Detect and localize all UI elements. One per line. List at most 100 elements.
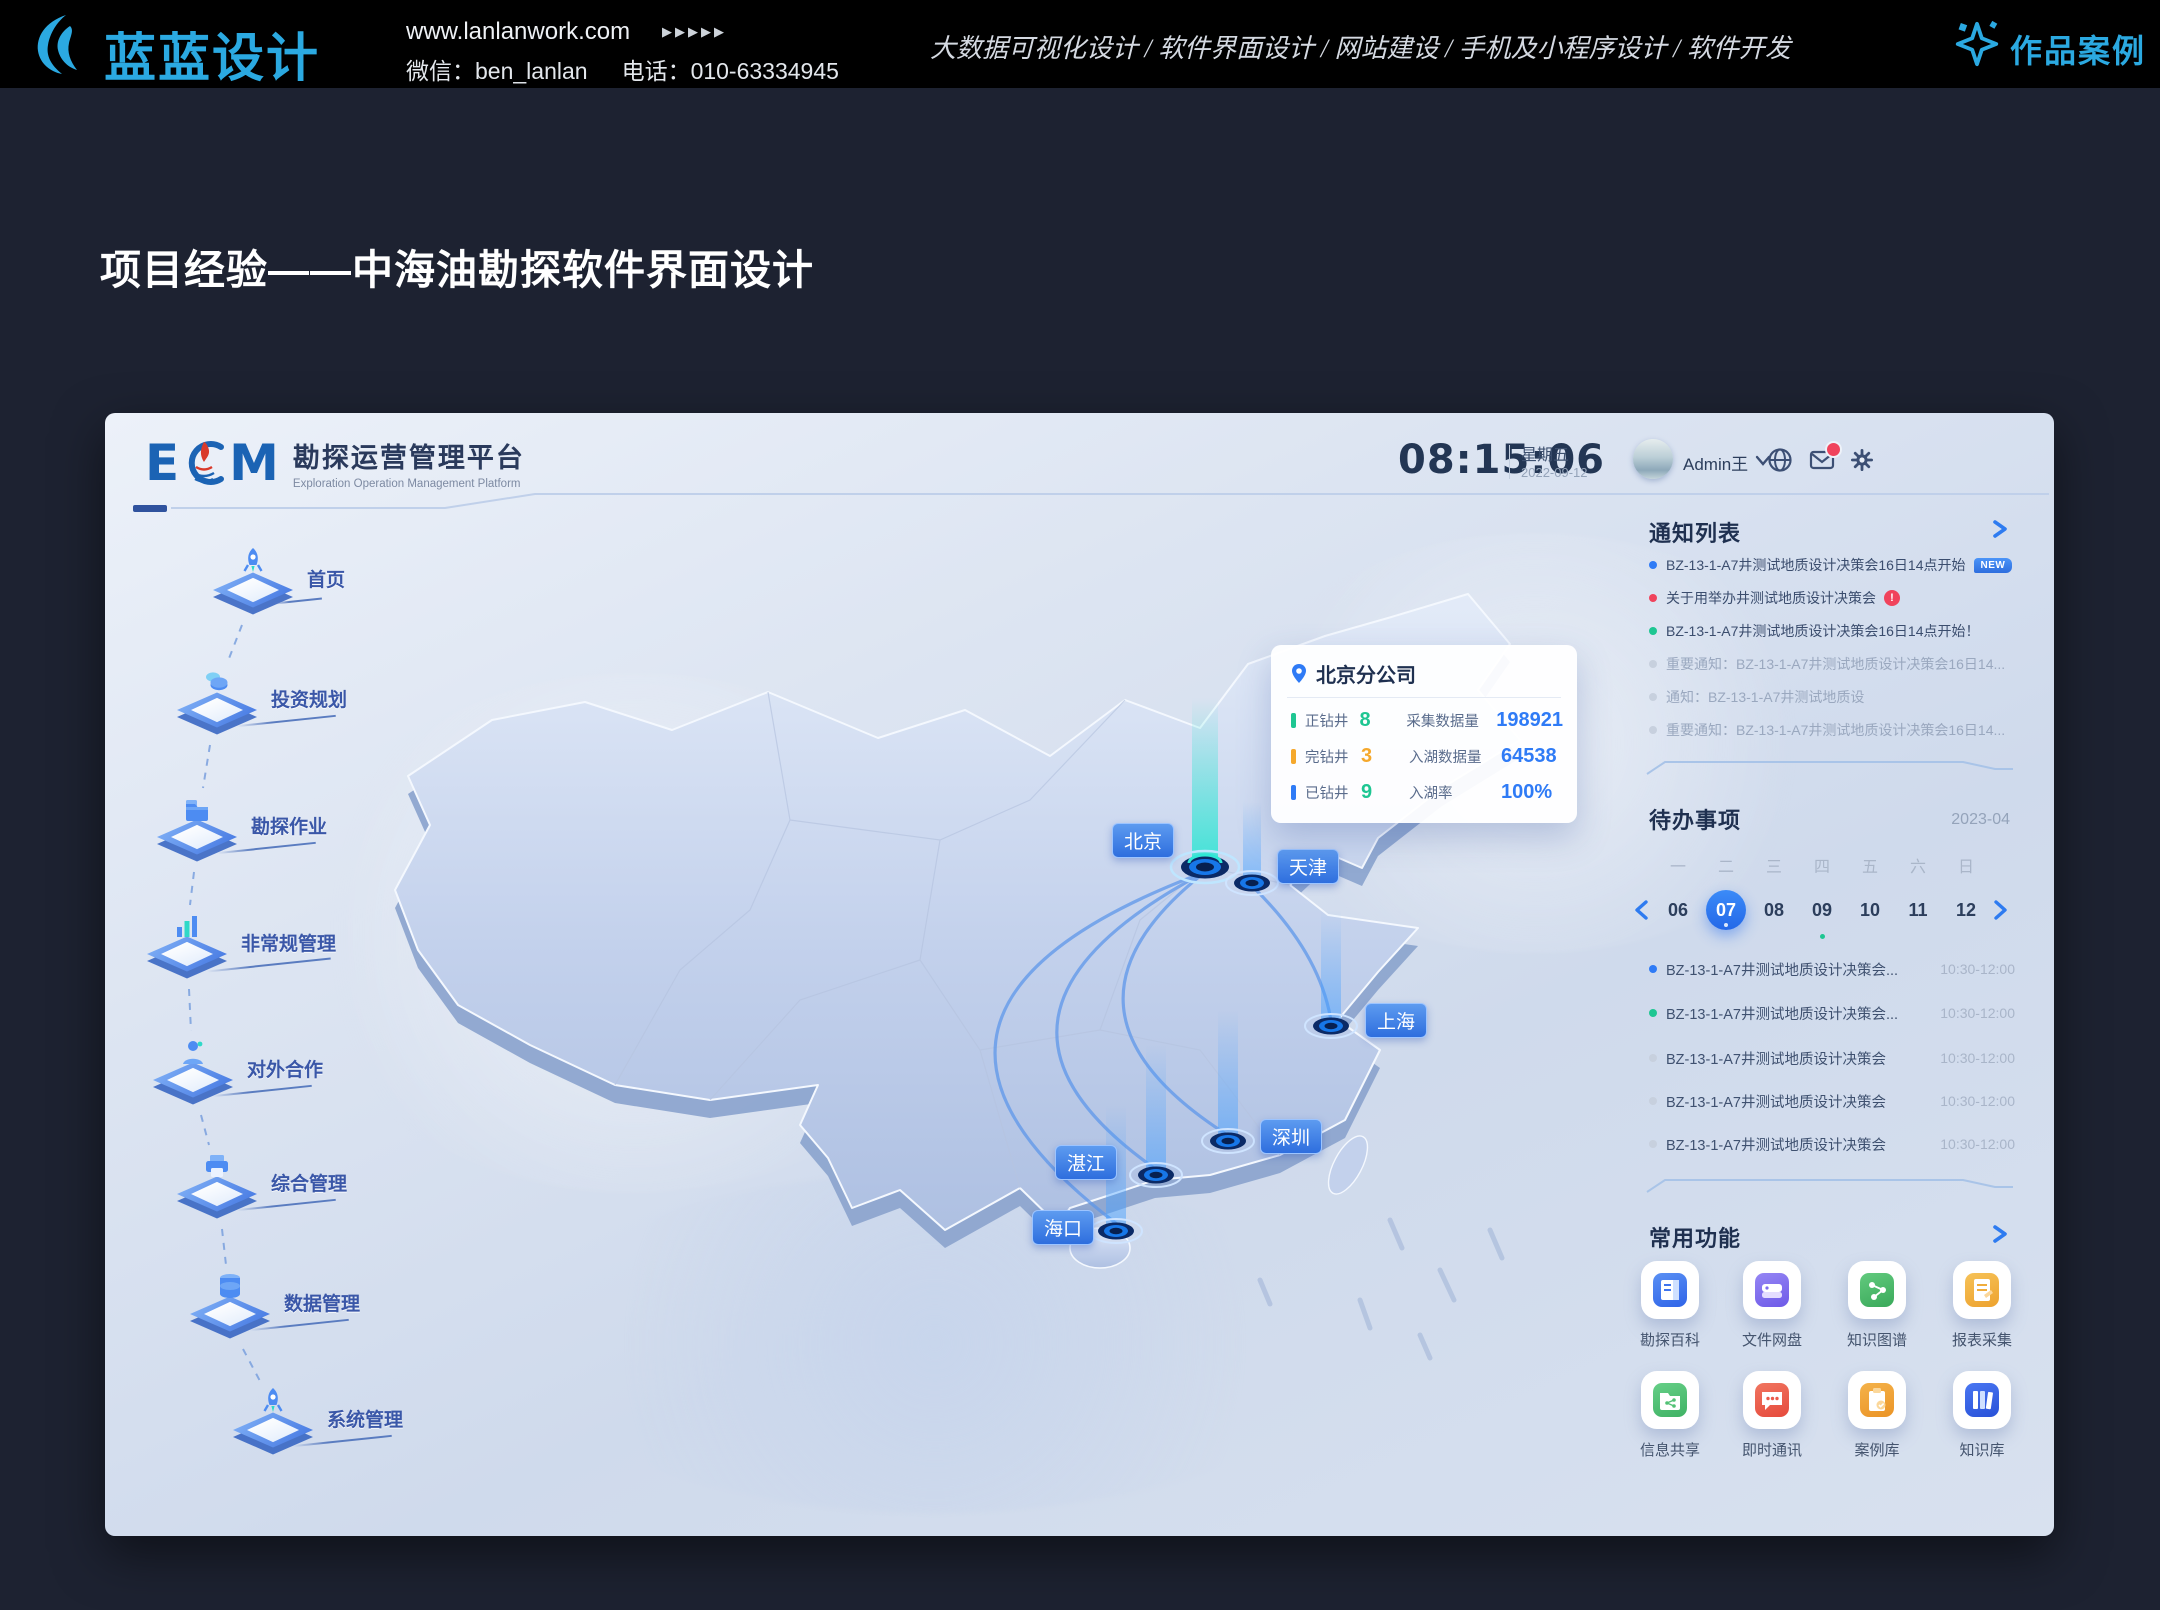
stat-label: 完钻井 [1305,746,1361,767]
calendar-date[interactable]: 10 [1850,890,1890,930]
stat-marker [1291,749,1296,764]
notice-text: 重要通知：BZ-13-1-A7井测试地质设计决策会16日14... [1666,654,2005,674]
rocket-icon [239,547,267,579]
app-tile-encyclopedia[interactable] [1641,1261,1699,1319]
city-label-tianjin[interactable]: 天津 [1277,849,1339,884]
sidebar-item-exploration[interactable]: 勘探作业 [157,788,357,878]
sidebar-item-label: 勘探作业 [251,812,327,839]
app-tile-knowledge-base[interactable] [1953,1371,2011,1429]
divider [1509,445,1510,479]
gear-icon[interactable] [1849,447,1875,473]
calendar-date[interactable]: 06 [1658,890,1698,930]
metric-label: 入湖数据量 [1409,746,1501,767]
todo-dot [1649,1140,1657,1148]
site-logo-text[interactable]: 蓝蓝设计 [104,16,320,91]
calendar-weekday: 一 [1658,853,1698,877]
user-name[interactable]: Admin王 [1683,450,1748,475]
notice-item[interactable]: 通知：BZ-13-1-A7井测试地质设 [1649,685,2015,709]
report-icon [1965,1273,1999,1307]
sidebar-item-investment[interactable]: 投资规划 [177,661,377,751]
functions-more-arrow-icon[interactable] [1991,1225,2011,1243]
todo-item[interactable]: BZ-13-1-A7井测试地质设计决策会... 10:30-12:00 [1649,956,2015,982]
app-tile-case-library[interactable] [1848,1371,1906,1429]
coins-icon [203,667,231,699]
calendar-next-button[interactable] [1993,900,2009,920]
calendar-date[interactable]: 08 [1754,890,1794,930]
notice-item[interactable]: 重要通知：BZ-13-1-A7井测试地质设计决策会16日14... [1649,652,2015,676]
notice-text: 通知：BZ-13-1-A7井测试地质设 [1666,687,1864,707]
globe-icon[interactable] [1767,447,1793,473]
metric-label: 采集数据量 [1406,710,1496,731]
calendar-event-dot [1820,934,1825,939]
sidebar-item-label: 非常规管理 [241,929,336,956]
section-divider [1645,1175,2015,1195]
notice-text: 重要通知：BZ-13-1-A7井测试地质设计决策会16日14... [1666,720,2005,740]
city-label-shanghai[interactable]: 上海 [1365,1003,1427,1038]
todo-text: BZ-13-1-A7井测试地质设计决策会... [1666,959,1898,980]
calendar-date[interactable]: 09 [1802,890,1842,930]
sidebar-item-data[interactable]: 数据管理 [190,1265,390,1355]
app-tile-info-share[interactable] [1641,1371,1699,1429]
ecm-letter-e: E [145,434,179,492]
notice-item[interactable]: 关于用举办井测试地质设计决策会 ! [1649,586,2015,610]
todo-item[interactable]: BZ-13-1-A7井测试地质设计决策会 10:30-12:00 [1649,1045,2015,1071]
sidebar-item-cooperation[interactable]: 对外合作 [153,1031,353,1121]
share-folder-icon [1653,1383,1687,1417]
stat-label: 正钻井 [1305,710,1360,731]
sidebar-item-unconventional[interactable]: 非常规管理 [147,905,347,995]
sidebar-item-label: 首页 [307,565,345,592]
todo-time: 10:30-12:00 [1940,1136,2015,1152]
site-url[interactable]: www.lanlanwork.com [406,18,630,46]
sparkle-icon [1952,18,2002,70]
metric-value: 64538 [1501,745,1557,768]
sidebar-item-label: 投资规划 [271,685,347,712]
cnooc-torch-icon [181,435,227,491]
city-label-beijing[interactable]: 北京 [1112,823,1174,858]
portfolio-link[interactable]: 作品案例 [2010,26,2146,72]
city-label-haikou[interactable]: 海口 [1032,1210,1094,1245]
folder-icon [183,794,211,826]
todo-time: 10:30-12:00 [1940,1093,2015,1109]
calendar-prev-button[interactable] [1633,900,1649,920]
avatar[interactable] [1633,439,1673,479]
lanlan-logo-icon[interactable] [30,12,92,76]
stat-value: 8 [1360,709,1407,732]
city-label-shenzhen[interactable]: 深圳 [1260,1119,1322,1154]
calendar-weekday: 日 [1946,853,1986,877]
app-label: 文件网盘 [1717,1329,1827,1350]
calendar-weekday: 六 [1898,853,1938,877]
app-label: 信息共享 [1615,1439,1725,1460]
todo-item[interactable]: BZ-13-1-A7井测试地质设计决策会 10:30-12:00 [1649,1131,2015,1157]
notice-item[interactable]: 重要通知：BZ-13-1-A7井测试地质设计决策会16日14... [1649,718,2015,742]
app-tile-knowledge-graph[interactable] [1848,1261,1906,1319]
notice-dot [1649,594,1657,602]
calendar-weekday: 二 [1706,853,1746,877]
calendar-date-selected[interactable]: 07 [1706,890,1746,930]
app-tile-report-collect[interactable] [1953,1261,2011,1319]
todo-dot [1649,1009,1657,1017]
todo-time: 10:30-12:00 [1940,1050,2015,1066]
metric-label: 入湖率 [1409,782,1501,803]
app-tile-netdisk[interactable] [1743,1261,1801,1319]
arrows-decoration: ▶▶▶▶▶ [662,24,727,40]
mail-badge [1825,441,1842,458]
todo-item[interactable]: BZ-13-1-A7井测试地质设计决策会 10:30-12:00 [1649,1088,2015,1114]
page-title: 项目经验——中海油勘探软件界面设计 [100,236,814,296]
services-list: 大数据可视化设计 / 软件界面设计 / 网站建设 / 手机及小程序设计 / 软件… [930,28,1630,65]
calendar-date[interactable]: 11 [1898,890,1938,930]
app-tile-instant-message[interactable] [1743,1371,1801,1429]
sidebar-item-comprehensive[interactable]: 综合管理 [177,1145,377,1235]
app-label: 知识图谱 [1822,1329,1932,1350]
todo-time: 10:30-12:00 [1940,961,2015,977]
sidebar-item-system[interactable]: 系统管理 [233,1381,433,1471]
city-label-zhanjiang[interactable]: 湛江 [1055,1145,1117,1180]
functions-title: 常用功能 [1649,1221,1741,1253]
notice-item[interactable]: BZ-13-1-A7井测试地质设计决策会16日14点开始 NEW [1649,553,2015,577]
app-label: 勘探百科 [1615,1329,1725,1350]
notice-item[interactable]: BZ-13-1-A7井测试地质设计决策会16日14点开始！ [1649,619,2015,643]
todo-item[interactable]: BZ-13-1-A7井测试地质设计决策会... 10:30-12:00 [1649,1000,2015,1026]
notice-dot [1649,660,1657,668]
calendar-date[interactable]: 12 [1946,890,1986,930]
notice-more-arrow-icon[interactable] [1991,520,2011,538]
chart-icon [173,911,201,943]
